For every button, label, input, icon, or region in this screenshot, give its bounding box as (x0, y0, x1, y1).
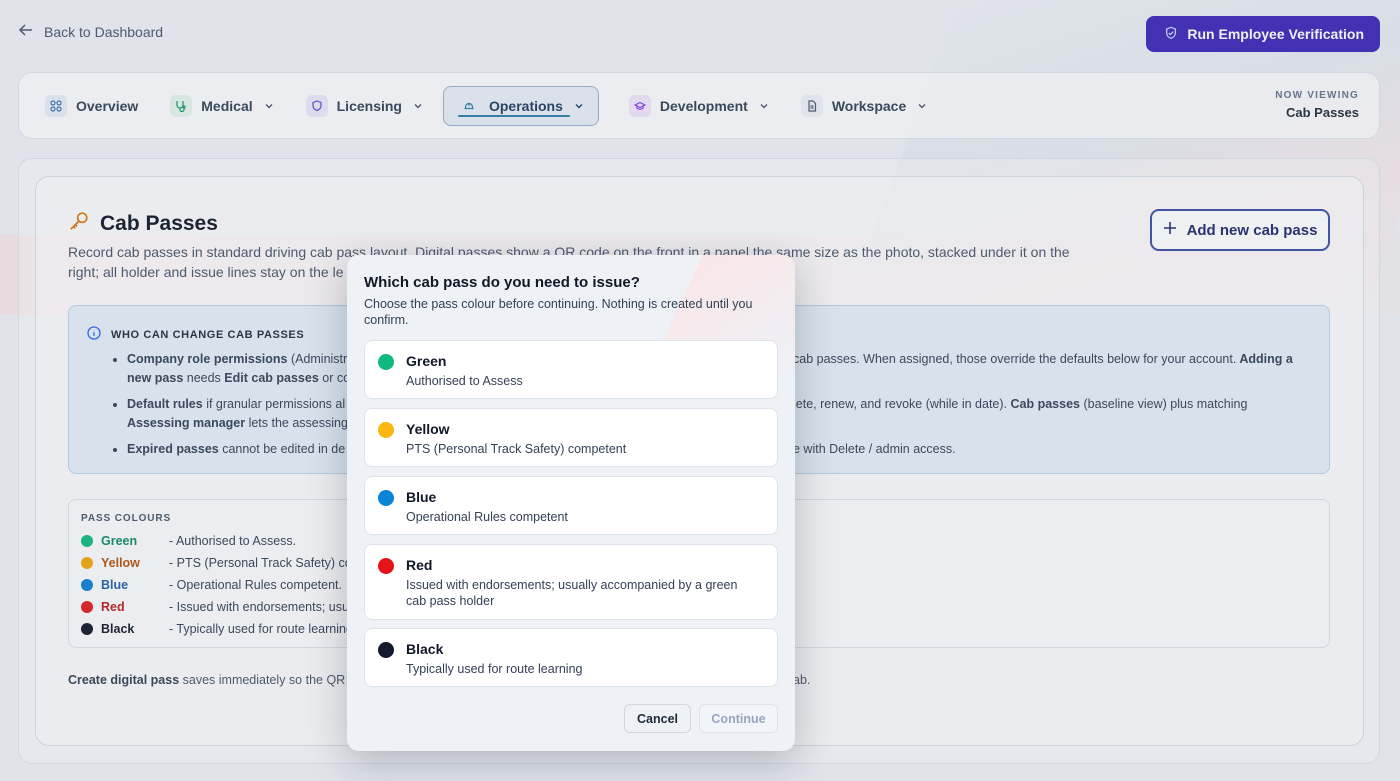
option-green[interactable]: Green Authorised to Assess (364, 340, 778, 399)
cab-pass-colour-dialog: Which cab pass do you need to issue? Cho… (347, 255, 795, 751)
dialog-title: Which cab pass do you need to issue? (364, 274, 640, 291)
red-dot-icon (378, 558, 394, 574)
cancel-button[interactable]: Cancel (624, 704, 691, 733)
option-yellow[interactable]: Yellow PTS (Personal Track Safety) compe… (364, 408, 778, 467)
option-black[interactable]: Black Typically used for route learning (364, 628, 778, 687)
option-blue[interactable]: Blue Operational Rules competent (364, 476, 778, 535)
option-red[interactable]: Red Issued with endorsements; usually ac… (364, 544, 778, 620)
dialog-subtitle: Choose the pass colour before continuing… (364, 297, 753, 327)
blue-dot-icon (378, 490, 394, 506)
black-dot-icon (378, 642, 394, 658)
green-dot-icon (378, 354, 394, 370)
yellow-dot-icon (378, 422, 394, 438)
continue-button[interactable]: Continue (699, 704, 778, 733)
